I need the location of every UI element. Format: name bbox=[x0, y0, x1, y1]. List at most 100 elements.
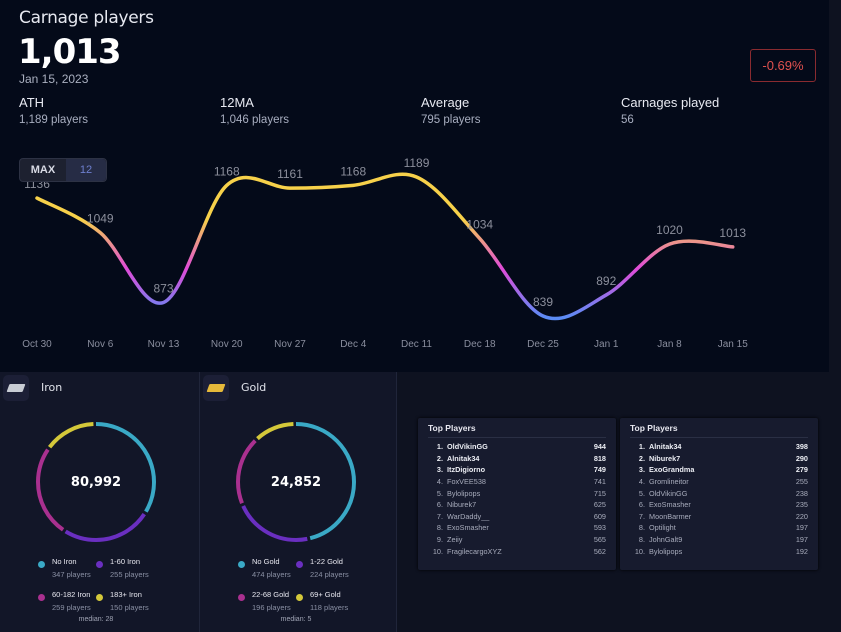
data-label: 892 bbox=[596, 274, 616, 288]
data-label: 839 bbox=[533, 295, 553, 309]
legend-label: 69+ Gold bbox=[310, 590, 341, 599]
rank: 7. bbox=[436, 511, 443, 521]
legend-item: 22-68 Gold 196 players bbox=[238, 590, 291, 612]
median-label: median: 5 bbox=[280, 616, 312, 623]
legend-value: 347 players bbox=[52, 570, 91, 579]
table-row: 6. Niburek7 625 bbox=[418, 499, 616, 511]
data-label: 1049 bbox=[87, 212, 114, 226]
table-row: 4. Gromlineitor 255 bbox=[620, 476, 818, 488]
player-name[interactable]: Bylolipops bbox=[447, 489, 586, 498]
range-12-button[interactable]: 12 bbox=[66, 159, 106, 181]
rank: 2. bbox=[436, 453, 443, 463]
legend-label: 1-22 Gold bbox=[310, 557, 343, 566]
x-tick-label: Nov 13 bbox=[148, 339, 180, 350]
player-name[interactable]: ExoSmasher bbox=[447, 523, 586, 532]
rank: 4. bbox=[638, 477, 645, 487]
legend-value: 118 players bbox=[310, 603, 349, 612]
rank: 2. bbox=[638, 453, 645, 463]
player-name[interactable]: Alnitak34 bbox=[447, 454, 586, 463]
player-name[interactable]: Optilight bbox=[649, 523, 788, 532]
player-name[interactable]: Bylolipops bbox=[649, 547, 788, 556]
player-score: 235 bbox=[795, 500, 808, 510]
legend-label: 22-68 Gold bbox=[252, 590, 290, 599]
median-label: median: 28 bbox=[78, 616, 114, 623]
legend-label: 183+ Iron bbox=[110, 590, 142, 599]
legend-dot-icon bbox=[96, 561, 103, 568]
players-chart-panel: Carnage players 1,013 Jan 15, 2023 -0.69… bbox=[0, 0, 829, 372]
legend-value: 150 players bbox=[110, 603, 149, 612]
data-label: 1020 bbox=[656, 223, 683, 237]
player-score: 565 bbox=[593, 535, 606, 545]
table-row: 1. OldVikinGG 944 bbox=[418, 441, 616, 453]
range-selector: MAX 12 bbox=[19, 158, 107, 182]
data-label: 1161 bbox=[277, 167, 303, 181]
legend-dot-icon bbox=[38, 561, 45, 568]
legend-label: No Gold bbox=[252, 557, 280, 566]
rank: 10. bbox=[432, 546, 443, 556]
data-label: 873 bbox=[153, 281, 173, 295]
resource-total: 80,992 bbox=[70, 475, 122, 490]
player-name[interactable]: Gromlineitor bbox=[649, 477, 788, 486]
player-score: 818 bbox=[593, 453, 606, 463]
rank: 8. bbox=[638, 523, 645, 533]
rank: 6. bbox=[638, 500, 645, 510]
data-label: 1034 bbox=[466, 218, 493, 232]
player-name[interactable]: Alnitak34 bbox=[649, 442, 788, 451]
range-max-button[interactable]: MAX bbox=[20, 159, 66, 181]
table-row: 8. Optilight 197 bbox=[620, 522, 818, 534]
table-title: Top Players bbox=[630, 423, 808, 438]
player-name[interactable]: JohnGalt9 bbox=[649, 535, 788, 544]
player-name[interactable]: MoonBarmer bbox=[649, 512, 788, 521]
player-score: 944 bbox=[593, 442, 606, 452]
legend-label: 60-182 Iron bbox=[52, 590, 91, 599]
table-title: Top Players bbox=[428, 423, 606, 438]
legend-value: 474 players bbox=[252, 570, 291, 579]
rank: 1. bbox=[436, 442, 443, 452]
player-name[interactable]: ExoSmasher bbox=[649, 500, 788, 509]
player-name[interactable]: FragilecargoXYZ bbox=[447, 547, 586, 556]
table-row: 3. ItzDigiorno 749 bbox=[418, 464, 616, 476]
rank: 3. bbox=[436, 465, 443, 475]
resource-panel-iron: Iron 80,992 No Iron 347 players 1-60 Iron 25… bbox=[0, 372, 200, 632]
legend-label: 1-60 Iron bbox=[110, 557, 141, 566]
legend-dot-icon bbox=[96, 594, 103, 601]
resource-total: 24,852 bbox=[270, 475, 322, 490]
rank: 6. bbox=[436, 500, 443, 510]
rank: 10. bbox=[634, 546, 645, 556]
x-tick-label: Nov 6 bbox=[87, 339, 114, 350]
player-name[interactable]: OldVikinGG bbox=[447, 442, 586, 451]
player-score: 220 bbox=[795, 511, 808, 521]
player-score: 562 bbox=[593, 546, 606, 556]
player-name[interactable]: Niburek7 bbox=[447, 500, 586, 509]
legend-item: 1-22 Gold 224 players bbox=[296, 557, 349, 579]
player-name[interactable]: Niburek7 bbox=[649, 454, 788, 463]
player-name[interactable]: Zeiiy bbox=[447, 535, 586, 544]
player-name[interactable]: ItzDigiorno bbox=[447, 465, 586, 474]
table-row: 9. Zeiiy 565 bbox=[418, 534, 616, 546]
table-row: 4. FoxVEE538 741 bbox=[418, 476, 616, 488]
table-row: 2. Alnitak34 818 bbox=[418, 453, 616, 465]
player-name[interactable]: WarDaddy__ bbox=[447, 512, 586, 521]
player-name[interactable]: OldVikinGG bbox=[649, 489, 788, 498]
legend-dot-icon bbox=[296, 561, 303, 568]
player-name[interactable]: FoxVEE538 bbox=[447, 477, 586, 486]
legend-dot-icon bbox=[296, 594, 303, 601]
rank: 1. bbox=[638, 442, 645, 452]
rank: 5. bbox=[638, 488, 645, 498]
legend-item: 183+ Iron 150 players bbox=[96, 590, 149, 612]
table-row: 7. MoonBarmer 220 bbox=[620, 511, 818, 523]
legend-label: No Iron bbox=[52, 557, 77, 566]
rank: 7. bbox=[638, 511, 645, 521]
player-score: 290 bbox=[795, 453, 808, 463]
player-name[interactable]: ExoGrandma bbox=[649, 465, 788, 474]
data-label: 1013 bbox=[719, 226, 746, 240]
x-tick-label: Jan 1 bbox=[594, 339, 619, 350]
table-row: 5. Bylolipops 715 bbox=[418, 487, 616, 499]
player-score: 741 bbox=[593, 477, 606, 487]
legend-dot-icon bbox=[238, 594, 245, 601]
rank: 4. bbox=[436, 477, 443, 487]
top-players-table: Top Players 1. OldVikinGG 944 2. Alnitak34 818… bbox=[418, 418, 616, 570]
legend-value: 196 players bbox=[252, 603, 291, 612]
player-score: 197 bbox=[795, 535, 808, 545]
x-tick-label: Jan 15 bbox=[718, 339, 748, 350]
